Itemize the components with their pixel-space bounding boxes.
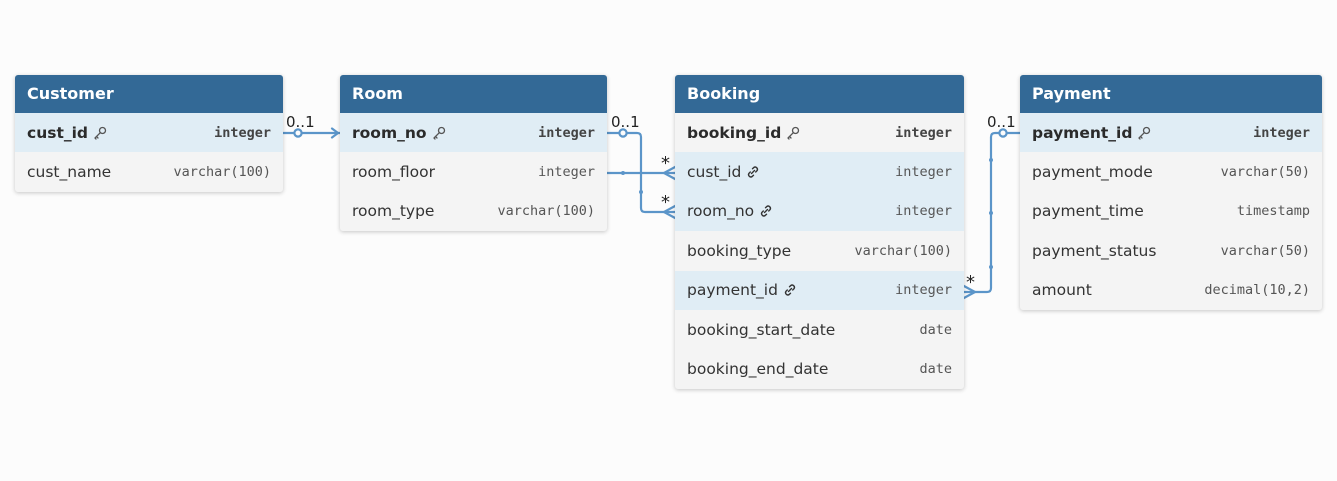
key-icon xyxy=(786,126,800,140)
field-type: date xyxy=(919,321,952,338)
table-row[interactable]: room_no integer xyxy=(340,113,607,153)
link-icon xyxy=(759,204,773,218)
table-header[interactable]: Customer xyxy=(15,75,283,113)
table-row[interactable]: booking_type varchar(100) xyxy=(675,231,964,270)
field-name: amount xyxy=(1032,281,1092,300)
field-name: payment_time xyxy=(1032,202,1144,221)
field-type: integer xyxy=(1253,124,1310,141)
table-row[interactable]: cust_id integer xyxy=(15,113,283,153)
field-type: varchar(100) xyxy=(854,242,952,259)
table-booking[interactable]: Booking booking_id integer cust_id integ… xyxy=(675,75,964,389)
cardinality-label: 0..1 xyxy=(286,113,315,131)
field-name: booking_start_date xyxy=(687,320,836,339)
table-row[interactable]: payment_mode varchar(50) xyxy=(1020,152,1322,191)
field-name: booking_type xyxy=(687,241,792,260)
table-row[interactable]: booking_start_date date xyxy=(675,310,964,349)
cardinality-label: * xyxy=(661,153,670,174)
field-name: room_type xyxy=(352,202,435,221)
table-room[interactable]: Room room_no integer room_floor integer … xyxy=(340,75,607,232)
junction-dot xyxy=(639,190,643,194)
junction-dot xyxy=(989,211,993,215)
junction-dot xyxy=(621,171,625,175)
table-row[interactable]: room_floor integer xyxy=(340,152,607,191)
field-name: cust_name xyxy=(27,163,112,182)
field-type: integer xyxy=(538,164,595,181)
field-type: integer xyxy=(895,164,952,181)
table-row[interactable]: booking_end_date date xyxy=(675,349,964,388)
table-header[interactable]: Booking xyxy=(675,75,964,113)
table-row[interactable]: payment_time timestamp xyxy=(1020,192,1322,231)
field-type: integer xyxy=(538,124,595,141)
table-payment[interactable]: Payment payment_id integer payment_mode … xyxy=(1020,75,1322,310)
table-row[interactable]: payment_status varchar(50) xyxy=(1020,231,1322,270)
field-name: room_no xyxy=(352,124,446,142)
table-row[interactable]: cust_id integer xyxy=(675,152,964,192)
junction-dot xyxy=(989,158,993,162)
field-type: integer xyxy=(895,124,952,141)
link-icon xyxy=(746,165,760,179)
field-name: payment_id xyxy=(687,281,797,299)
field-name: payment_mode xyxy=(1032,163,1153,182)
cardinality-label: 0..1 xyxy=(987,113,1016,131)
field-type: varchar(50) xyxy=(1220,164,1310,181)
field-type: timestamp xyxy=(1236,203,1310,220)
key-icon xyxy=(1137,126,1151,140)
field-type: integer xyxy=(895,203,952,220)
table-row[interactable]: room_no integer xyxy=(675,191,964,232)
table-row[interactable]: amount decimal(10,2) xyxy=(1020,271,1322,310)
field-name: cust_id xyxy=(27,124,107,142)
table-row[interactable]: payment_id integer xyxy=(1020,113,1322,153)
field-type: varchar(50) xyxy=(1220,242,1310,259)
key-icon xyxy=(93,126,107,140)
field-type: date xyxy=(919,361,952,378)
field-type: decimal(10,2) xyxy=(1204,282,1310,299)
field-name: room_floor xyxy=(352,163,435,182)
table-customer[interactable]: Customer cust_id integer cust_name varch… xyxy=(15,75,283,192)
junction-dot xyxy=(989,265,993,269)
table-row[interactable]: payment_id integer xyxy=(675,270,964,310)
key-icon xyxy=(432,126,446,140)
field-name: room_no xyxy=(687,202,773,220)
table-header[interactable]: Payment xyxy=(1020,75,1322,113)
field-type: integer xyxy=(895,282,952,299)
field-name: payment_status xyxy=(1032,241,1157,260)
field-name: booking_id xyxy=(687,124,800,142)
table-row[interactable]: booking_id integer xyxy=(675,113,964,152)
field-name: payment_id xyxy=(1032,124,1151,142)
cardinality-label: * xyxy=(661,192,670,213)
table-row[interactable]: cust_name varchar(100) xyxy=(15,152,283,191)
field-type: varchar(100) xyxy=(497,203,595,220)
table-header[interactable]: Room xyxy=(340,75,607,113)
link-icon xyxy=(783,283,797,297)
cardinality-label: 0..1 xyxy=(611,113,640,131)
field-type: varchar(100) xyxy=(173,164,271,181)
table-row[interactable]: room_type varchar(100) xyxy=(340,192,607,231)
cardinality-label: * xyxy=(966,272,975,293)
field-name: booking_end_date xyxy=(687,360,829,379)
field-name: cust_id xyxy=(687,163,760,181)
field-type: integer xyxy=(214,124,271,141)
